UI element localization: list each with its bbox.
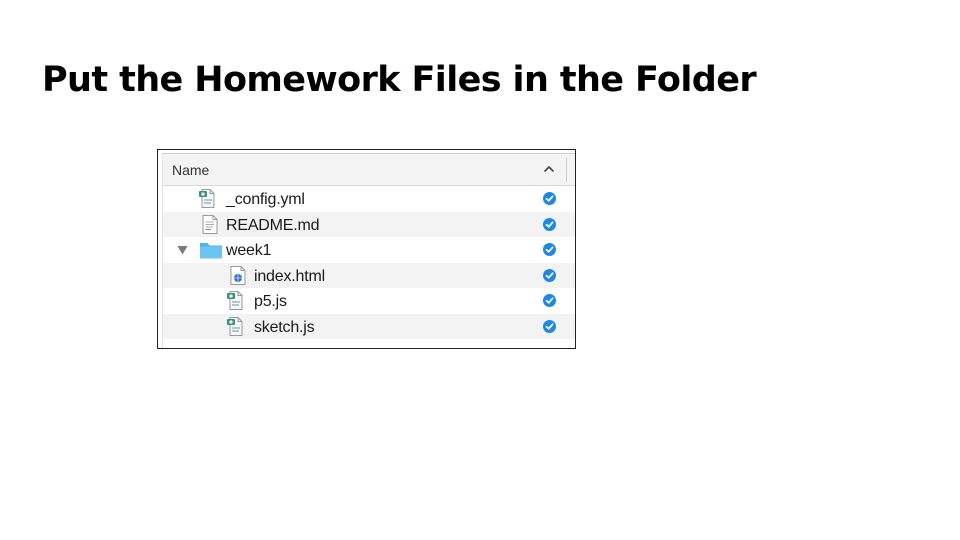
- chevron-up-icon[interactable]: [543, 162, 555, 176]
- column-divider[interactable]: [566, 158, 567, 182]
- name-column-label: Name: [172, 162, 210, 178]
- slide-title: Put the Homework Files in the Folder: [42, 60, 757, 100]
- folder-icon: [200, 243, 222, 259]
- html-document-icon: [230, 265, 246, 285]
- file-row-p5-js[interactable]: p5.js: [163, 288, 575, 314]
- synced-checkmark-icon: [543, 217, 556, 231]
- disclosure-triangle-down-icon[interactable]: [177, 245, 188, 255]
- synced-checkmark-icon: [543, 192, 556, 205]
- finder-window: Name _config.yml README.md week1 index.h…: [157, 149, 576, 349]
- file-row-readme-md[interactable]: README.md: [163, 211, 575, 237]
- synced-checkmark-icon: [543, 268, 556, 282]
- file-name: _config.yml: [226, 191, 305, 208]
- script-document-icon: [199, 189, 215, 208]
- file-name: index.html: [254, 267, 325, 285]
- file-row-index-html[interactable]: index.html: [163, 262, 575, 288]
- text-document-icon: [202, 214, 218, 234]
- file-row-config-yml[interactable]: _config.yml: [163, 186, 575, 212]
- file-name: p5.js: [254, 293, 287, 310]
- file-row-sketch-js[interactable]: sketch.js: [163, 313, 575, 339]
- file-list: Name _config.yml README.md week1 index.h…: [162, 153, 575, 348]
- script-document-icon: [227, 316, 243, 336]
- synced-checkmark-icon: [543, 319, 556, 333]
- folder-name: week1: [226, 242, 272, 259]
- file-name: README.md: [226, 216, 320, 234]
- script-document-icon: [227, 291, 243, 310]
- synced-checkmark-icon: [543, 294, 556, 307]
- synced-checkmark-icon: [543, 243, 556, 256]
- name-column-header[interactable]: Name: [163, 154, 575, 186]
- folder-row-week1[interactable]: week1: [163, 237, 575, 263]
- file-name: sketch.js: [254, 318, 315, 336]
